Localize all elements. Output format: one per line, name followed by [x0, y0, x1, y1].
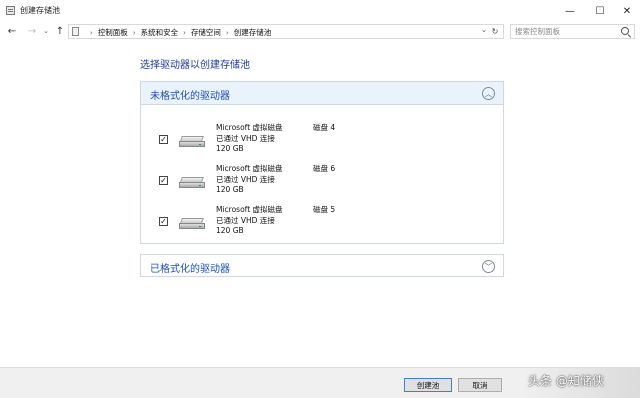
breadcrumb-storage-spaces[interactable]: 存储空间 — [191, 27, 221, 38]
forward-button[interactable]: → — [26, 24, 38, 38]
chevron-up-icon[interactable]: ︿ — [482, 87, 495, 100]
breadcrumb-separator[interactable]: › — [133, 29, 136, 37]
breadcrumb-separator[interactable]: › — [90, 29, 93, 37]
breadcrumb-control-panel[interactable]: 控制面板 — [98, 27, 128, 38]
recent-locations-button[interactable]: ⌄ — [40, 24, 52, 38]
chevron-down-icon: ⌄ — [43, 27, 49, 35]
drive-disk-number: 磁盘 6 — [313, 164, 336, 173]
maximize-icon: ☐ — [595, 5, 605, 17]
page-title: 选择驱动器以创建存储池 — [140, 60, 250, 71]
drive-status: 已通过 VHD 连接 — [216, 175, 275, 184]
minimize-icon: — — [565, 5, 575, 17]
drive-name: Microsoft 虚拟磁盘 — [216, 123, 283, 132]
chevron-down-icon[interactable]: ﹀ — [482, 260, 495, 273]
address-dropdown-icon[interactable]: ⌄ — [481, 26, 487, 34]
unformatted-drives-title: 未格式化的驱动器 — [150, 91, 230, 102]
watermark: 头条 @知储侠 — [528, 374, 604, 388]
back-button[interactable]: ← — [6, 24, 18, 38]
arrow-left-icon: ← — [7, 25, 17, 37]
drive-checkbox[interactable]: ✓ — [159, 176, 168, 185]
arrow-right-icon: → — [27, 25, 37, 37]
refresh-icon[interactable]: ↻ — [490, 26, 500, 37]
navigation-bar: ← → ⌄ ↑ › 控制面板 › 系统和安全 › 存储空间 › 创建存储池 ⌄ … — [0, 22, 640, 40]
drive-status: 已通过 VHD 连接 — [216, 216, 275, 225]
unformatted-drives-header[interactable]: 未格式化的驱动器 ︿ — [141, 82, 503, 105]
control-panel-icon — [72, 27, 79, 36]
drive-size: 120 GB — [216, 185, 244, 194]
drive-item: ✓ Microsoft 虚拟磁盘 已通过 VHD 连接 120 GB 磁盘 5 — [141, 204, 501, 242]
breadcrumb-create-pool[interactable]: 创建存储池 — [234, 27, 272, 38]
maximize-button[interactable]: ☐ — [585, 0, 615, 22]
drive-item: ✓ Microsoft 虚拟磁盘 已通过 VHD 连接 120 GB 磁盘 6 — [141, 163, 501, 201]
close-icon: ✕ — [622, 5, 632, 17]
arrow-up-icon: ↑ — [55, 25, 65, 37]
drive-name: Microsoft 虚拟磁盘 — [216, 205, 283, 214]
footer-bar: 创建池 取消 头条 @知储侠 — [0, 367, 640, 398]
breadcrumb-system-security[interactable]: 系统和安全 — [141, 27, 179, 38]
drive-name: Microsoft 虚拟磁盘 — [216, 164, 283, 173]
hard-drive-icon — [179, 136, 205, 147]
title-bar: 创建存储池 — ☐ ✕ — [0, 0, 640, 22]
breadcrumb: › 控制面板 › 系统和安全 › 存储空间 › 创建存储池 — [85, 27, 271, 38]
address-bar[interactable]: › 控制面板 › 系统和安全 › 存储空间 › 创建存储池 ⌄ ↻ — [68, 24, 504, 39]
drive-size: 120 GB — [216, 144, 244, 153]
search-box[interactable] — [510, 24, 635, 39]
drive-size: 120 GB — [216, 226, 244, 235]
up-button[interactable]: ↑ — [54, 24, 66, 38]
hard-drive-icon — [179, 218, 205, 229]
app-icon — [6, 6, 15, 15]
formatted-drives-header[interactable]: 已格式化的驱动器 ﹀ — [141, 255, 503, 278]
hard-drive-icon — [179, 177, 205, 188]
window-title: 创建存储池 — [20, 6, 60, 15]
formatted-drives-section: 已格式化的驱动器 ﹀ — [140, 254, 504, 277]
drive-disk-number: 磁盘 5 — [313, 205, 336, 214]
drive-disk-number: 磁盘 4 — [313, 123, 336, 132]
cancel-button[interactable]: 取消 — [458, 378, 502, 392]
close-button[interactable]: ✕ — [612, 0, 640, 22]
drive-status: 已通过 VHD 连接 — [216, 134, 275, 143]
drive-checkbox[interactable]: ✓ — [159, 217, 168, 226]
create-pool-button[interactable]: 创建池 — [404, 378, 452, 392]
unformatted-drives-section: 未格式化的驱动器 ︿ ✓ Microsoft 虚拟磁盘 已通过 VHD 连接 1… — [140, 81, 504, 244]
drive-item: ✓ Microsoft 虚拟磁盘 已通过 VHD 连接 120 GB 磁盘 4 — [141, 122, 501, 160]
drive-checkbox[interactable]: ✓ — [159, 135, 168, 144]
search-input[interactable] — [515, 25, 615, 38]
breadcrumb-separator[interactable]: › — [183, 29, 186, 37]
minimize-button[interactable]: — — [555, 0, 585, 22]
breadcrumb-separator[interactable]: › — [226, 29, 229, 37]
formatted-drives-title: 已格式化的驱动器 — [150, 264, 230, 275]
search-icon[interactable] — [621, 27, 629, 35]
